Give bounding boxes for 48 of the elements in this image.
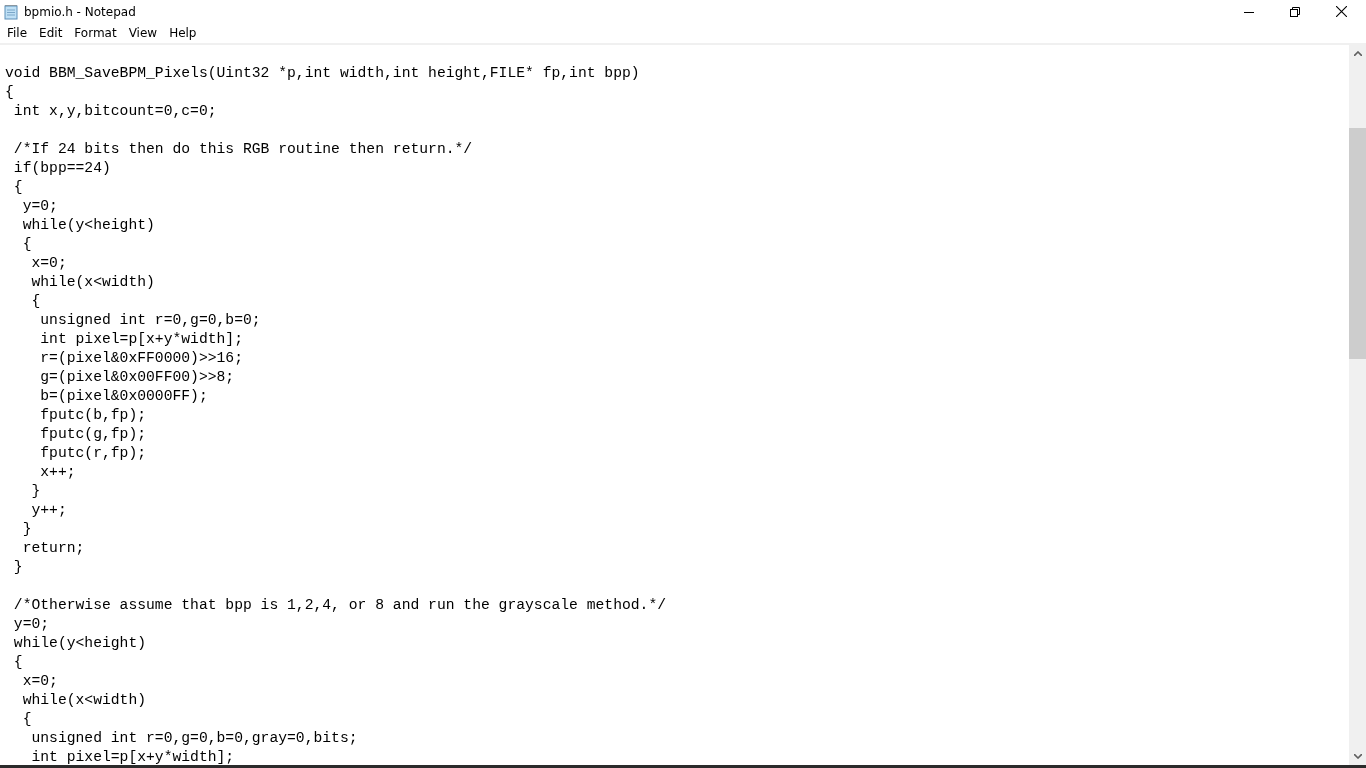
code-line: { [21, 710, 33, 729]
code-line: y=0; [12, 615, 51, 634]
code-line: { [5, 83, 15, 102]
code-line: int x,y,bitcount=0,c=0; [12, 102, 218, 121]
code-line: b=(pixel&0x0000FF); [39, 387, 209, 406]
code-line: { [21, 235, 33, 254]
code-line: { [30, 292, 42, 311]
code-line: } [12, 558, 24, 577]
restore-icon [1290, 6, 1300, 17]
menu-item[interactable]: Format [68, 26, 123, 40]
code-line: fputc(b,fp); [39, 406, 148, 425]
menu-item[interactable]: Edit [33, 26, 69, 40]
code-line: } [30, 482, 42, 501]
code-line: while(x<width) [30, 273, 156, 292]
code-line: unsigned int r=0,g=0,b=0,gray=0,bits; [30, 729, 359, 748]
code-line: return; [21, 539, 86, 558]
code-line: { [12, 178, 24, 197]
scrollbar-thumb[interactable] [1349, 128, 1366, 359]
code-line: y++; [30, 501, 68, 520]
menu-item[interactable]: View [122, 26, 164, 40]
window-title: bpmio.h - Notepad [24, 4, 136, 19]
menu-item[interactable]: Help [163, 26, 203, 40]
code-line: /*Otherwise assume that bpp is 1,2,4, or 8 and run the grayscale method.*/ [12, 596, 668, 615]
code-line: int pixel=p[x+y*width]; [30, 748, 236, 765]
code-line: x=0; [30, 254, 68, 273]
code-line: if(bpp==24) [12, 159, 112, 178]
code-line: x++; [39, 463, 77, 482]
scroll-down-icon[interactable] [1353, 754, 1362, 759]
scroll-up-icon[interactable] [1353, 51, 1362, 56]
code-line: fputc(g,fp); [39, 425, 148, 444]
code-line: while(y<height) [21, 216, 156, 235]
code-line: g=(pixel&0x00FF00)>>8; [39, 368, 236, 387]
code-line: } [21, 520, 33, 539]
code-line: fputc(r,fp); [39, 444, 148, 463]
notepad-icon [3, 3, 19, 20]
code-line: unsigned int r=0,g=0,b=0; [39, 311, 262, 330]
close-icon [1335, 6, 1347, 17]
vertical-scrollbar[interactable] [1349, 45, 1366, 765]
code-line: while(y<height) [12, 634, 148, 653]
code-line: { [12, 653, 24, 672]
code-line: y=0; [21, 197, 59, 216]
code-line: while(x<width) [21, 691, 148, 710]
code-line: void BBM_SaveBPM_Pixels(Uint32 *p,int width,int height,FILE* fp,int bpp) [5, 64, 641, 83]
code-line: int pixel=p[x+y*width]; [39, 330, 244, 349]
code-line: r=(pixel&0xFF0000)>>16; [39, 349, 244, 368]
code-line: x=0; [21, 672, 59, 691]
menu-item[interactable]: File [1, 26, 34, 40]
code-line: /*If 24 bits then do this RGB routine then return.*/ [12, 140, 474, 159]
